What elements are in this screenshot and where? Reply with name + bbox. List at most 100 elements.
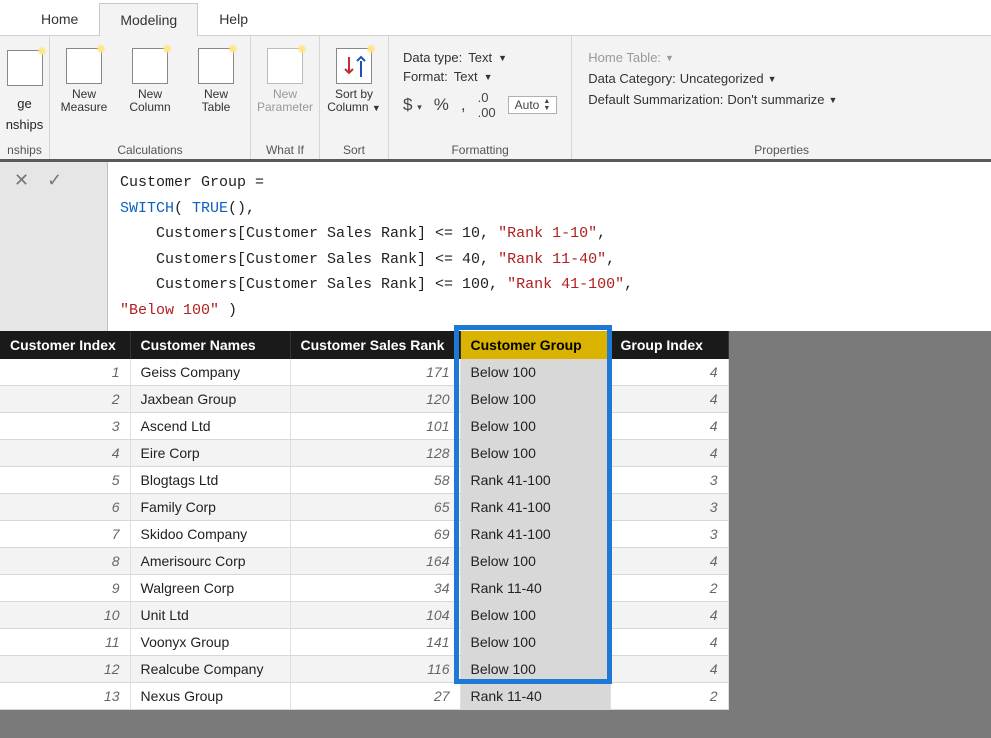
cell-group[interactable]: Below 100 (460, 440, 610, 467)
cell-group-index[interactable]: 4 (610, 440, 728, 467)
table-row[interactable]: 8Amerisourc Corp164Below 1004 (0, 548, 728, 575)
table-row[interactable]: 6Family Corp65Rank 41-1003 (0, 494, 728, 521)
sort-by-column-button[interactable]: Sort by Column ▼ (324, 46, 384, 114)
table-row[interactable]: 2Jaxbean Group120Below 1004 (0, 386, 728, 413)
cell-group-index[interactable]: 4 (610, 413, 728, 440)
formula-editor[interactable]: Customer Group = SWITCH( TRUE(), Custome… (108, 162, 991, 331)
cell-name[interactable]: Geiss Company (130, 359, 290, 386)
cell-index[interactable]: 3 (0, 413, 130, 440)
table-row[interactable]: 13Nexus Group27Rank 11-402 (0, 683, 728, 710)
cell-index[interactable]: 11 (0, 629, 130, 656)
decimal-places-stepper[interactable]: Auto ▲▼ (508, 96, 558, 114)
cell-name[interactable]: Unit Ltd (130, 602, 290, 629)
cell-group[interactable]: Below 100 (460, 629, 610, 656)
cell-group[interactable]: Below 100 (460, 602, 610, 629)
cell-group-index[interactable]: 4 (610, 548, 728, 575)
table-row[interactable]: 1Geiss Company171Below 1004 (0, 359, 728, 386)
new-parameter-button[interactable]: New Parameter (255, 46, 315, 114)
table-row[interactable]: 5Blogtags Ltd58Rank 41-1003 (0, 467, 728, 494)
new-measure-button[interactable]: New Measure (54, 46, 114, 114)
table-row[interactable]: 12Realcube Company116Below 1004 (0, 656, 728, 683)
cell-group-index[interactable]: 4 (610, 602, 728, 629)
cell-name[interactable]: Nexus Group (130, 683, 290, 710)
cell-index[interactable]: 7 (0, 521, 130, 548)
cell-rank[interactable]: 128 (290, 440, 460, 467)
cell-rank[interactable]: 171 (290, 359, 460, 386)
cell-index[interactable]: 4 (0, 440, 130, 467)
cell-name[interactable]: Realcube Company (130, 656, 290, 683)
cell-name[interactable]: Voonyx Group (130, 629, 290, 656)
cell-rank[interactable]: 34 (290, 575, 460, 602)
tab-help[interactable]: Help (198, 2, 269, 35)
cell-index[interactable]: 6 (0, 494, 130, 521)
cell-group[interactable]: Rank 41-100 (460, 467, 610, 494)
header-group-index[interactable]: Group Index (610, 331, 728, 359)
cell-index[interactable]: 8 (0, 548, 130, 575)
cell-name[interactable]: Family Corp (130, 494, 290, 521)
cell-name[interactable]: Walgreen Corp (130, 575, 290, 602)
cell-name[interactable]: Eire Corp (130, 440, 290, 467)
cell-rank[interactable]: 101 (290, 413, 460, 440)
cell-rank[interactable]: 27 (290, 683, 460, 710)
cell-rank[interactable]: 116 (290, 656, 460, 683)
format-dropdown[interactable]: Format: Text ▼ (403, 69, 557, 84)
cell-group[interactable]: Rank 41-100 (460, 494, 610, 521)
default-summarization-dropdown[interactable]: Default Summarization: Don't summarize ▼ (588, 92, 837, 107)
percent-button[interactable]: % (434, 95, 449, 115)
cell-group-index[interactable]: 4 (610, 386, 728, 413)
cell-name[interactable]: Skidoo Company (130, 521, 290, 548)
currency-button[interactable]: $ ▾ (403, 95, 422, 115)
tab-modeling[interactable]: Modeling (99, 3, 198, 36)
cell-group-index[interactable]: 4 (610, 359, 728, 386)
cell-name[interactable]: Ascend Ltd (130, 413, 290, 440)
table-row[interactable]: 7Skidoo Company69Rank 41-1003 (0, 521, 728, 548)
cell-group[interactable]: Below 100 (460, 656, 610, 683)
header-customer-group[interactable]: Customer Group (460, 331, 610, 359)
home-table-dropdown[interactable]: Home Table: ▼ (588, 50, 837, 65)
new-table-button[interactable]: New Table (186, 46, 246, 114)
table-row[interactable]: 10Unit Ltd104Below 1004 (0, 602, 728, 629)
table-row[interactable]: 11Voonyx Group141Below 1004 (0, 629, 728, 656)
cell-group-index[interactable]: 4 (610, 656, 728, 683)
cell-group[interactable]: Rank 11-40 (460, 683, 610, 710)
cell-group[interactable]: Below 100 (460, 359, 610, 386)
cell-name[interactable]: Blogtags Ltd (130, 467, 290, 494)
cancel-formula-icon[interactable]: ✕ (14, 170, 29, 191)
cell-rank[interactable]: 69 (290, 521, 460, 548)
cell-group[interactable]: Below 100 (460, 548, 610, 575)
cell-name[interactable]: Jaxbean Group (130, 386, 290, 413)
cell-group[interactable]: Rank 11-40 (460, 575, 610, 602)
cell-group-index[interactable]: 2 (610, 575, 728, 602)
cell-group-index[interactable]: 3 (610, 467, 728, 494)
cell-index[interactable]: 1 (0, 359, 130, 386)
header-customer-index[interactable]: Customer Index (0, 331, 130, 359)
cell-index[interactable]: 10 (0, 602, 130, 629)
table-row[interactable]: 4Eire Corp128Below 1004 (0, 440, 728, 467)
cell-rank[interactable]: 141 (290, 629, 460, 656)
header-customer-names[interactable]: Customer Names (130, 331, 290, 359)
cell-rank[interactable]: 104 (290, 602, 460, 629)
cell-rank[interactable]: 120 (290, 386, 460, 413)
cell-group-index[interactable]: 4 (610, 629, 728, 656)
cell-rank[interactable]: 164 (290, 548, 460, 575)
data-type-dropdown[interactable]: Data type: Text ▼ (403, 50, 557, 65)
decimals-button[interactable]: .0.00 (478, 90, 496, 120)
data-grid[interactable]: Customer Index Customer Names Customer S… (0, 331, 729, 710)
cell-index[interactable]: 13 (0, 683, 130, 710)
cell-rank[interactable]: 58 (290, 467, 460, 494)
cell-group[interactable]: Rank 41-100 (460, 521, 610, 548)
cell-index[interactable]: 12 (0, 656, 130, 683)
cell-group-index[interactable]: 2 (610, 683, 728, 710)
cell-name[interactable]: Amerisourc Corp (130, 548, 290, 575)
cell-group[interactable]: Below 100 (460, 386, 610, 413)
cell-index[interactable]: 5 (0, 467, 130, 494)
data-category-dropdown[interactable]: Data Category: Uncategorized ▼ (588, 71, 837, 86)
thousands-button[interactable]: , (461, 95, 466, 115)
new-column-button[interactable]: New Column (120, 46, 180, 114)
commit-formula-icon[interactable]: ✓ (47, 170, 62, 191)
cell-group[interactable]: Below 100 (460, 413, 610, 440)
header-customer-sales-rank[interactable]: Customer Sales Rank (290, 331, 460, 359)
cell-group-index[interactable]: 3 (610, 521, 728, 548)
cell-index[interactable]: 2 (0, 386, 130, 413)
cell-index[interactable]: 9 (0, 575, 130, 602)
